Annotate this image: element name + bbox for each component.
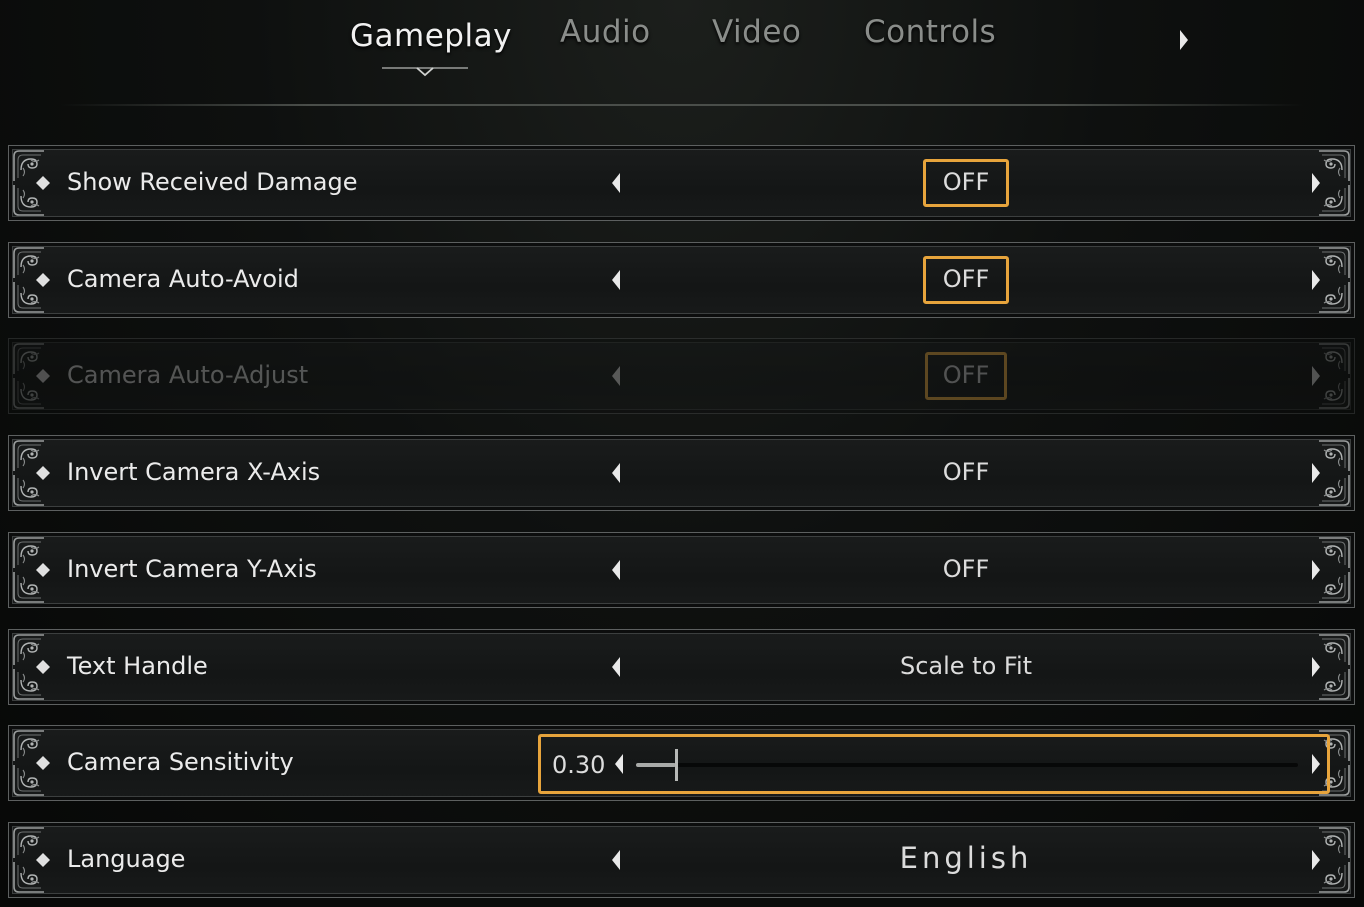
setting-row-camera-auto-avoid[interactable]: Camera Auto-Avoid OFF — [8, 242, 1355, 318]
chevron-right-icon[interactable] — [1309, 268, 1323, 292]
chevron-right-icon[interactable] — [1309, 655, 1323, 679]
diamond-icon — [36, 369, 50, 383]
diamond-icon — [36, 273, 50, 287]
ornate-corner-icon — [1318, 377, 1352, 411]
chevron-left-icon[interactable] — [609, 268, 623, 292]
tab-gameplay[interactable]: Gameplay — [350, 18, 512, 54]
slider-thumb[interactable] — [675, 749, 678, 781]
chevron-left-icon[interactable] — [609, 848, 623, 872]
chevron-left-icon[interactable] — [609, 171, 623, 195]
chevron-right-icon[interactable] — [1176, 28, 1192, 52]
setting-row-invert-camera-x-axis[interactable]: Invert Camera X-Axis OFF — [8, 435, 1355, 511]
slider-value: 0.30 — [552, 751, 606, 779]
setting-label: Show Received Damage — [67, 168, 358, 196]
ornate-corner-icon — [1318, 184, 1352, 218]
setting-value: OFF — [942, 265, 990, 293]
setting-value: Scale to Fit — [899, 652, 1033, 680]
ornate-corner-icon — [1318, 632, 1352, 666]
diamond-icon — [36, 176, 50, 190]
tab-audio[interactable]: Audio — [560, 14, 651, 50]
setting-value: OFF — [942, 361, 990, 389]
setting-row-camera-auto-adjust: Camera Auto-Adjust OFF — [8, 338, 1355, 414]
setting-value: English — [899, 841, 1033, 875]
setting-label: Language — [67, 845, 186, 873]
header-divider — [60, 104, 1304, 106]
setting-label: Invert Camera X-Axis — [67, 458, 321, 486]
setting-row-language[interactable]: Language English — [8, 822, 1355, 898]
setting-value: OFF — [942, 168, 990, 196]
setting-value: OFF — [942, 555, 990, 583]
setting-label: Invert Camera Y-Axis — [67, 555, 317, 583]
diamond-icon — [36, 853, 50, 867]
ornate-corner-icon — [1318, 474, 1352, 508]
ornate-corner-icon — [1318, 245, 1352, 279]
slider-track[interactable] — [636, 749, 1298, 781]
setting-label: Camera Auto-Adjust — [67, 361, 309, 389]
ornate-corner-icon — [1318, 668, 1352, 702]
ornate-corner-icon — [1318, 281, 1352, 315]
ornate-corner-icon — [1318, 571, 1352, 605]
active-tab-indicator — [382, 67, 468, 77]
chevron-right-icon — [1309, 364, 1323, 388]
setting-row-invert-camera-y-axis[interactable]: Invert Camera Y-Axis OFF — [8, 532, 1355, 608]
setting-label: Camera Auto-Avoid — [67, 265, 299, 293]
ornate-corner-icon — [1318, 148, 1352, 182]
chevron-left-icon[interactable] — [609, 655, 623, 679]
slider-fill — [636, 763, 676, 767]
chevron-left-icon[interactable] — [612, 752, 626, 776]
diamond-icon — [36, 466, 50, 480]
setting-value: OFF — [942, 458, 990, 486]
ornate-corner-icon — [1318, 535, 1352, 569]
setting-row-show-received-damage[interactable]: Show Received Damage OFF — [8, 145, 1355, 221]
chevron-right-icon[interactable] — [1309, 752, 1323, 776]
chevron-right-icon[interactable] — [1309, 171, 1323, 195]
setting-label: Text Handle — [67, 652, 208, 680]
diamond-icon — [36, 756, 50, 770]
chevron-left-icon[interactable] — [609, 461, 623, 485]
tab-bar: Gameplay Audio Video Controls — [0, 0, 1364, 105]
sensitivity-slider[interactable]: 0.30 — [538, 734, 1330, 794]
chevron-right-icon[interactable] — [1309, 461, 1323, 485]
ornate-corner-icon — [1318, 825, 1352, 859]
setting-label: Camera Sensitivity — [67, 748, 294, 776]
chevron-right-icon[interactable] — [1309, 558, 1323, 582]
ornate-corner-icon — [1318, 861, 1352, 895]
tab-controls[interactable]: Controls — [864, 14, 996, 50]
chevron-left-icon — [609, 364, 623, 388]
setting-row-camera-sensitivity[interactable]: Camera Sensitivity 0.30 — [8, 725, 1355, 801]
setting-row-text-handle[interactable]: Text Handle Scale to Fit — [8, 629, 1355, 705]
diamond-icon — [36, 660, 50, 674]
tab-video[interactable]: Video — [712, 14, 801, 50]
chevron-right-icon[interactable] — [1309, 848, 1323, 872]
ornate-corner-icon — [1318, 341, 1352, 375]
ornate-corner-icon — [1318, 438, 1352, 472]
diamond-icon — [36, 563, 50, 577]
chevron-left-icon[interactable] — [609, 558, 623, 582]
